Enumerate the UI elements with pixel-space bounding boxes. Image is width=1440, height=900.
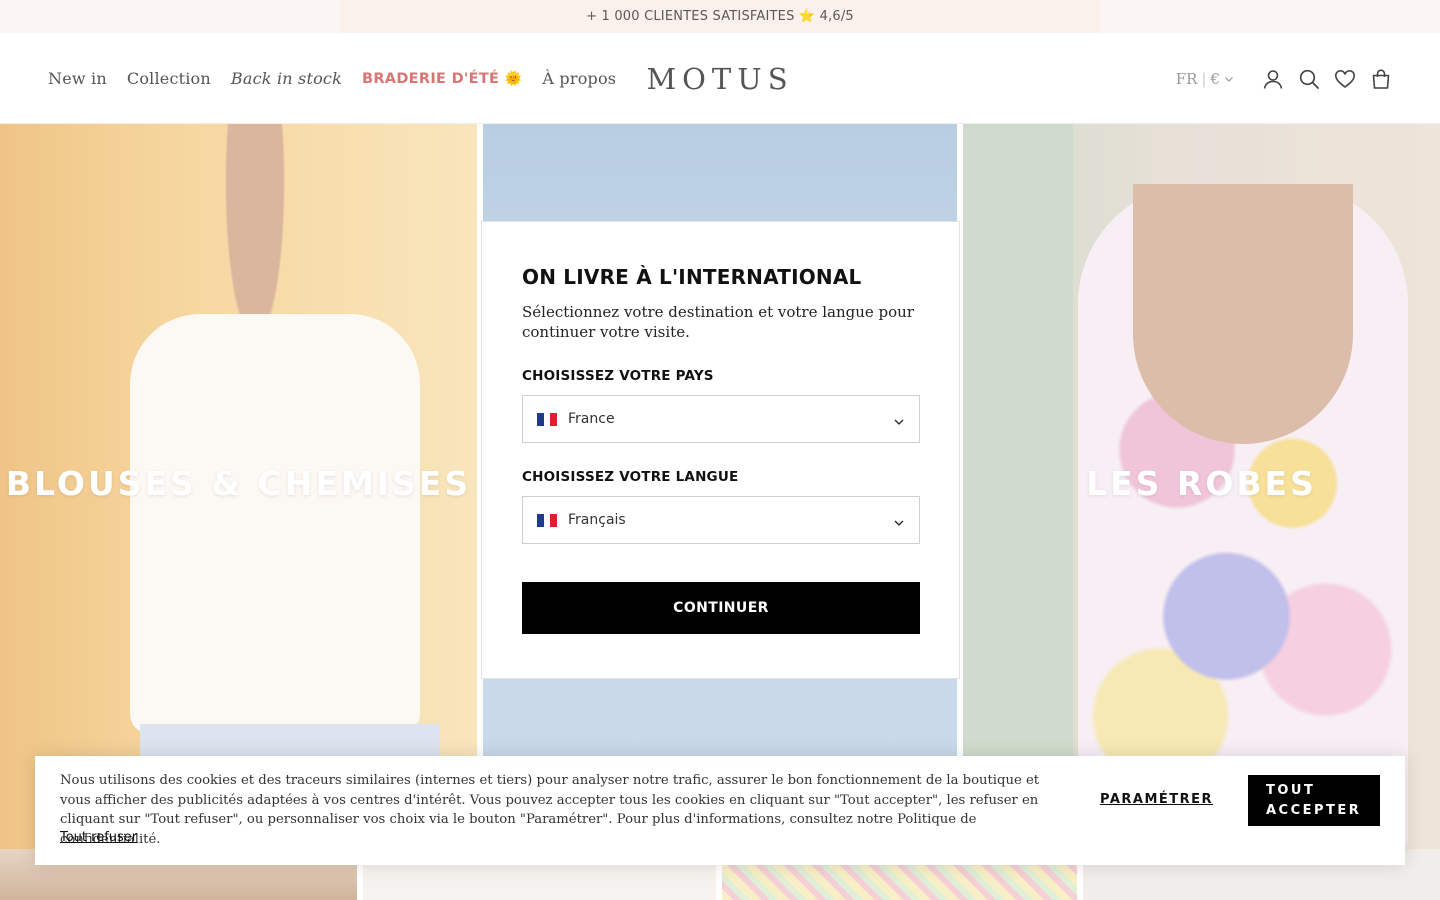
cookie-accept-line2: ACCEPTER	[1266, 802, 1362, 818]
cart-icon[interactable]	[1370, 68, 1392, 90]
chevron-down-icon	[893, 514, 905, 533]
cookie-refuse-link[interactable]: Tout refuser	[60, 830, 137, 845]
international-modal: ON LIVRE À L'INTERNATIONAL Sélectionnez …	[481, 221, 960, 679]
locale-selector[interactable]: FR | €	[1176, 70, 1234, 88]
nav-braderie-ete[interactable]: BRADERIE D'ÉTÉ 🌞	[362, 71, 522, 87]
sun-icon: 🌞	[504, 70, 523, 87]
wishlist-icon[interactable]	[1334, 68, 1356, 90]
language-value: Français	[568, 512, 626, 528]
cookie-banner: Nous utilisons des cookies et des traceu…	[35, 756, 1405, 865]
announcement-text: + 1 000 CLIENTES SATISFAITES ⭐ 4,6/5	[340, 0, 1100, 33]
nav-collection[interactable]: Collection	[127, 69, 211, 88]
modal-subtitle: Sélectionnez votre destination et votre …	[522, 303, 914, 341]
cookie-accept-line1: TOUT	[1266, 782, 1316, 798]
cookie-text: Nous utilisons des cookies et des traceu…	[60, 773, 1040, 847]
language-label: CHOISISSEZ VOTRE LANGUE	[522, 469, 739, 485]
chevron-down-icon	[1224, 70, 1234, 88]
nav-braderie-label: BRADERIE D'ÉTÉ	[361, 70, 500, 87]
nav-a-propos[interactable]: À propos	[542, 69, 616, 88]
country-value: France	[568, 411, 615, 427]
france-flag-icon	[537, 513, 558, 527]
site-logo[interactable]: MOTUS	[640, 59, 800, 99]
announcement-bar: + 1 000 CLIENTES SATISFAITES ⭐ 4,6/5	[0, 0, 1440, 33]
cookie-accept-button[interactable]: TOUT ACCEPTER	[1248, 775, 1380, 826]
country-select[interactable]: France	[522, 395, 920, 443]
language-select[interactable]: Français	[522, 496, 920, 544]
header-actions: FR | €	[1176, 33, 1392, 124]
france-flag-icon	[537, 412, 558, 426]
locale-language: FR	[1175, 69, 1198, 88]
site-header: New in Collection Back in stock BRADERIE…	[0, 33, 1440, 124]
locale-separator: |	[1201, 69, 1207, 88]
locale-currency: €	[1210, 69, 1220, 88]
account-icon[interactable]	[1262, 68, 1284, 90]
nav-back-in-stock[interactable]: Back in stock	[231, 69, 342, 88]
main-nav: New in Collection Back in stock BRADERIE…	[48, 33, 616, 124]
search-icon[interactable]	[1298, 68, 1320, 90]
continue-button[interactable]: CONTINUER	[522, 582, 920, 634]
cookie-settings-button[interactable]: PARAMÉTRER	[1100, 792, 1213, 807]
modal-title: ON LIVRE À L'INTERNATIONAL	[522, 265, 862, 289]
nav-new-in[interactable]: New in	[48, 69, 107, 88]
chevron-down-icon	[893, 413, 905, 432]
country-label: CHOISISSEZ VOTRE PAYS	[522, 368, 714, 384]
